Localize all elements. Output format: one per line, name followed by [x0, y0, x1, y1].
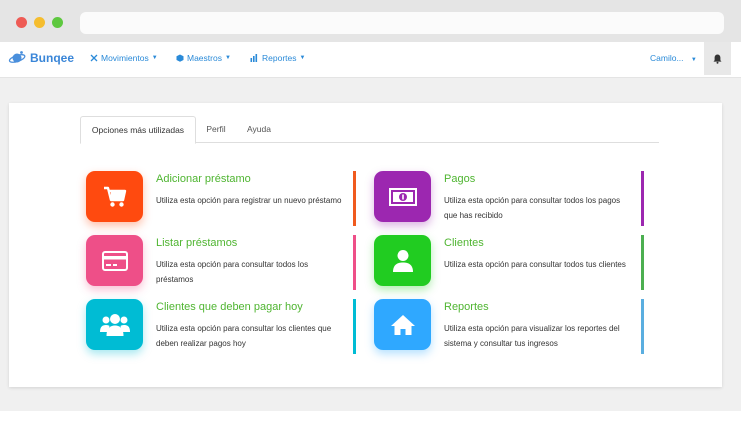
menu-label: Movimientos	[101, 53, 149, 63]
money-icon	[388, 187, 417, 206]
option-listar-prestamos[interactable]: Listar préstamos Utiliza esta opción par…	[86, 235, 356, 293]
option-title: Clientes que deben pagar hoy	[156, 301, 303, 313]
browser-chrome	[0, 0, 741, 42]
user-menu[interactable]: Camilo... ▼	[650, 53, 697, 63]
address-bar[interactable]	[80, 12, 724, 34]
brand-name: Bunqee	[30, 51, 75, 65]
maximize-window-dot[interactable]	[52, 17, 63, 28]
credit-card-icon	[101, 250, 128, 271]
option-description: Utiliza esta opción para consultar todos…	[444, 196, 621, 220]
option-clientes[interactable]: Clientes Utiliza esta opción para consul…	[374, 235, 644, 293]
brand-logo[interactable]: Bunqee	[8, 50, 74, 66]
tab-bar: Opciones más utilizadas Perfil Ayuda	[80, 116, 659, 144]
option-pagos[interactable]: Pagos Utiliza esta opción para consultar…	[374, 171, 644, 229]
option-icon-box	[86, 171, 143, 222]
option-title: Reportes	[444, 301, 489, 313]
option-icon-box	[374, 171, 431, 222]
browser-window: Bunqee Movimientos ▼ Maestros ▼ Reportes…	[0, 0, 741, 411]
option-description: Utiliza esta opción para visualizar los …	[444, 324, 620, 348]
chevron-down-icon: ▼	[224, 55, 231, 61]
tab-label: Perfil	[206, 124, 226, 134]
close-window-dot[interactable]	[16, 17, 27, 28]
option-accent-line	[353, 235, 356, 290]
option-title: Pagos	[444, 173, 476, 185]
top-navbar: Bunqee Movimientos ▼ Maestros ▼ Reportes…	[0, 42, 741, 78]
menu-movimientos[interactable]: Movimientos ▼	[90, 53, 158, 63]
option-description: Utiliza esta opción para consultar los c…	[156, 324, 332, 348]
arrows-icon	[90, 54, 98, 62]
planet-icon	[8, 51, 26, 63]
option-accent-line	[641, 235, 644, 290]
tab-label: Ayuda	[247, 124, 271, 134]
menu-reportes[interactable]: Reportes ▼	[250, 53, 305, 63]
cart-icon	[103, 186, 126, 207]
chevron-down-icon: ▼	[151, 55, 158, 61]
option-title: Listar préstamos	[156, 237, 238, 249]
tab-label: Opciones más utilizadas	[91, 125, 185, 135]
menu-label: Maestros	[187, 53, 222, 63]
home-icon	[390, 314, 415, 335]
option-clientes-pagar-hoy[interactable]: Clientes que deben pagar hoy Utiliza est…	[86, 299, 356, 357]
menu-label: Reportes	[262, 53, 297, 63]
user-icon	[392, 249, 413, 272]
notifications-button[interactable]	[704, 42, 731, 75]
tab-perfil[interactable]: Perfil	[198, 116, 234, 142]
option-icon-box	[374, 299, 431, 350]
tab-opciones[interactable]: Opciones más utilizadas	[80, 116, 196, 144]
menu-maestros[interactable]: Maestros ▼	[176, 53, 231, 63]
option-description: Utiliza esta opción para consultar todos…	[156, 260, 309, 284]
option-reportes[interactable]: Reportes Utiliza esta opción para visual…	[374, 299, 644, 357]
option-icon-box	[374, 235, 431, 286]
bar-chart-icon	[250, 54, 258, 62]
bell-icon	[713, 54, 722, 64]
users-icon	[99, 313, 130, 336]
chevron-down-icon: ▼	[299, 55, 306, 61]
option-icon-box	[86, 299, 143, 350]
option-accent-line	[641, 299, 644, 354]
options-panel: Opciones más utilizadas Perfil Ayuda Adi…	[9, 103, 722, 387]
option-accent-line	[641, 171, 644, 226]
option-description: Utiliza esta opción para registrar un nu…	[156, 196, 342, 205]
option-accent-line	[353, 171, 356, 226]
chevron-down-icon: ▼	[690, 57, 697, 63]
option-description: Utiliza esta opción para consultar todos…	[444, 260, 626, 269]
option-accent-line	[353, 299, 356, 354]
tab-ayuda[interactable]: Ayuda	[238, 116, 280, 142]
option-title: Adicionar préstamo	[156, 173, 251, 185]
option-title: Clientes	[444, 237, 484, 249]
user-name: Camilo...	[650, 53, 684, 63]
cube-icon	[176, 54, 184, 62]
minimize-window-dot[interactable]	[34, 17, 45, 28]
option-icon-box	[86, 235, 143, 286]
option-adicionar-prestamo[interactable]: Adicionar préstamo Utiliza esta opción p…	[86, 171, 356, 229]
